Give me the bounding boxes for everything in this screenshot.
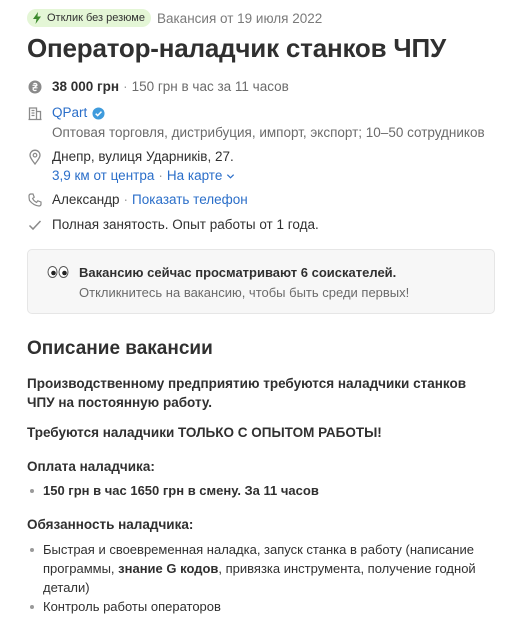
description-heading: Описание вакансии [27,338,213,359]
map-link-label: На карте [166,168,223,183]
eyes-icon [47,266,69,278]
employment-row: Полная занятость. Опыт работы от 1 года. [27,216,319,234]
contact-separator: · [123,192,129,207]
company-row: QPart Оптовая торговля, дистрибуция, имп… [27,104,485,142]
verified-icon [92,106,105,120]
salary-row: 38 000 грн · 150 грн в час за 11 часов [27,78,289,96]
salary-amount: 38 000 грн [52,79,120,94]
building-icon [28,107,42,121]
location-row: Днепр, вулиця Ударників, 27. 3,9 км от ц… [27,148,235,185]
company-description: Оптовая торговля, дистрибуция, импорт, э… [52,125,485,140]
viewers-notice: Вакансию сейчас просматривают 6 соискате… [27,249,495,314]
notice-headline: Вакансию сейчас просматривают 6 соискате… [79,265,397,280]
money-icon [28,80,42,94]
contact-name: Александр [52,192,120,207]
vacancy-page: Отклик без резюме Вакансия от 19 июля 20… [0,0,509,623]
distance-link[interactable]: 3,9 км от центра [52,168,154,183]
pay-list: 150 грн в час 1650 грн в смену. За 11 ча… [27,481,497,500]
duty-text-bold: знание G кодов [118,561,219,576]
salary-separator: · [123,79,128,94]
show-phone-link[interactable]: Показать телефон [132,192,248,207]
duty-item: Контроль работы операторов [27,597,497,616]
lightning-icon [33,12,41,24]
employment-info: Полная занятость. Опыт работы от 1 года. [52,217,319,232]
checkmark-icon [28,220,42,231]
pay-heading: Оплата наладчика: [27,459,155,474]
description-experience: Требуются наладчики ТОЛЬКО С ОПЫТОМ РАБО… [27,425,382,440]
pay-item: 150 грн в час 1650 грн в смену. За 11 ча… [27,481,497,500]
location-address: Днепр, вулиця Ударників, 27. [52,149,234,164]
vacancy-meta: Отклик без резюме Вакансия от 19 июля 20… [27,9,322,27]
phone-icon [28,193,42,207]
badge-label: Отклик без резюме [47,12,145,24]
contact-row: Александр · Показать телефон [27,191,248,209]
location-pin-icon [29,149,41,165]
salary-details: 150 грн в час за 11 часов [131,79,289,94]
duties-heading: Обязанность наладчика: [27,517,194,532]
company-link[interactable]: QPart [52,104,87,122]
vacancy-title: Оператор-наладчик станков ЧПУ [27,33,446,63]
notice-subtext: Откликнитесь на вакансию, чтобы быть сре… [79,285,410,300]
duties-list: Быстрая и своевременная наладка, запуск … [27,540,497,616]
description-intro: Производственному предприятию требуются … [27,376,467,410]
posted-date: Вакансия от 19 июля 2022 [156,10,323,26]
duty-item: Быстрая и своевременная наладка, запуск … [27,540,497,597]
no-resume-badge: Отклик без резюме [27,9,151,27]
map-link[interactable]: На карте [167,168,235,183]
chevron-down-icon [227,174,235,179]
location-separator: · [158,168,163,183]
